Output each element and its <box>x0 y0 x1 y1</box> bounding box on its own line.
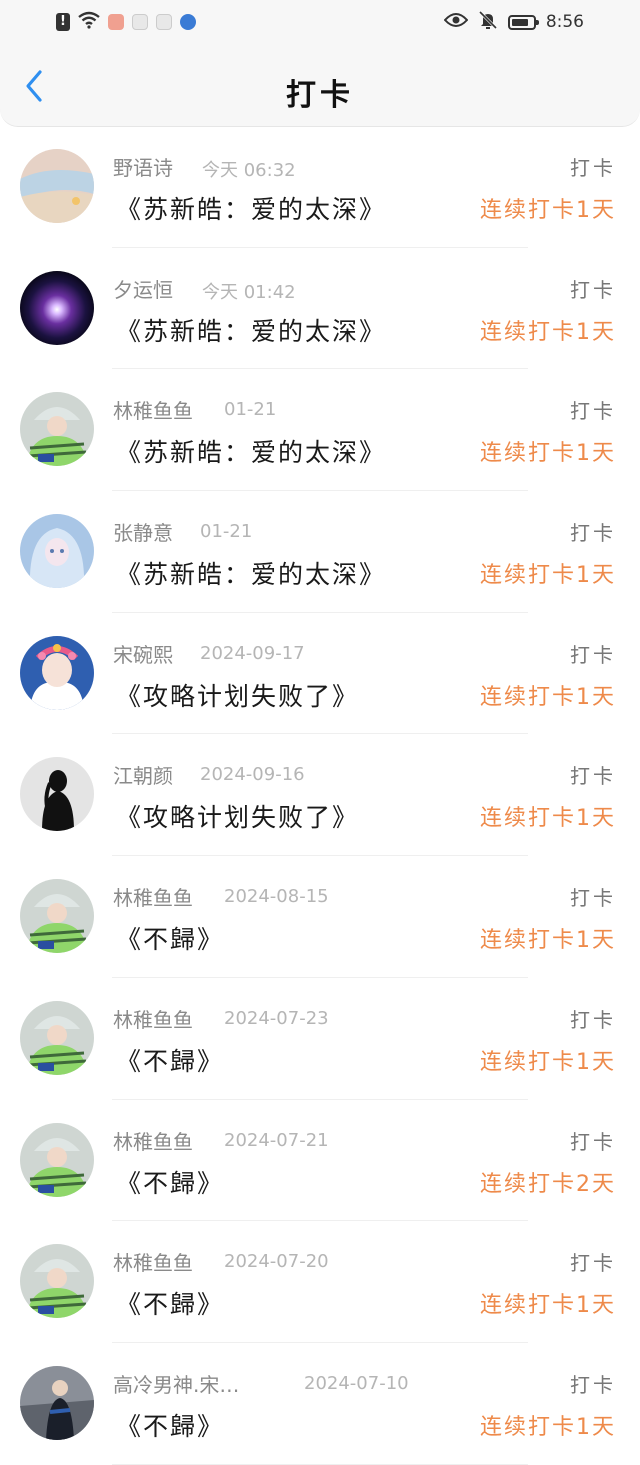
streak-text: 连续打卡1天 <box>480 806 616 832</box>
eye-icon <box>443 12 469 32</box>
book-title: 《不歸》 <box>116 1168 225 1198</box>
user-name: 林稚鱼鱼 <box>113 1129 193 1154</box>
avatar[interactable] <box>20 1244 94 1319</box>
app-icon <box>156 14 172 30</box>
list-item[interactable]: 林稚鱼鱼 2024-07-23 《不歸》 打卡 连续打卡1天 <box>0 978 640 1100</box>
user-name: 林稚鱼鱼 <box>113 886 193 911</box>
book-title: 《攻略计划失败了》 <box>116 803 360 833</box>
list-item[interactable]: 宋碗熙 2024-09-17 《攻略计划失败了》 打卡 连续打卡1天 <box>0 613 640 735</box>
user-name: 林稚鱼鱼 <box>113 1007 193 1032</box>
status-time: 8:56 <box>545 12 584 32</box>
streak-text: 连续打卡1天 <box>480 441 616 467</box>
avatar[interactable] <box>20 1365 94 1440</box>
page-title: 打卡 <box>286 78 354 113</box>
alert-icon <box>56 13 70 31</box>
streak-text: 连续打卡1天 <box>480 1293 616 1319</box>
checkin-label: 打卡 <box>570 399 616 424</box>
checkin-time: 2024-09-16 <box>200 764 305 786</box>
streak-text: 连续打卡1天 <box>480 1414 616 1440</box>
avatar[interactable] <box>20 514 94 589</box>
checkin-label: 打卡 <box>570 1007 616 1032</box>
checkin-time: 2024-08-15 <box>224 886 329 908</box>
checkin-label: 打卡 <box>570 521 616 546</box>
checkin-time: 今天 06:32 <box>202 160 296 181</box>
list-item[interactable]: 林稚鱼鱼 2024-07-20 《不歸》 打卡 连续打卡1天 <box>0 1221 640 1343</box>
avatar[interactable] <box>20 1000 94 1075</box>
list-item[interactable]: 夕运恒 今天 01:42 《苏新皓：爱的太深》 打卡 连续打卡1天 <box>0 248 640 370</box>
list-item[interactable]: 张静意 01-21 《苏新皓：爱的太深》 打卡 连续打卡1天 <box>0 491 640 613</box>
user-name: 林稚鱼鱼 <box>113 1251 193 1276</box>
avatar[interactable] <box>20 879 94 954</box>
checkin-time: 2024-07-10 <box>304 1372 409 1394</box>
avatar[interactable] <box>20 757 94 832</box>
bell-off-icon <box>478 10 498 34</box>
book-title: 《不歸》 <box>116 1046 225 1076</box>
checkin-time: 2024-09-17 <box>200 642 305 664</box>
status-left-icons <box>56 11 196 33</box>
streak-text: 连续打卡1天 <box>480 563 616 589</box>
checkin-label: 打卡 <box>570 1251 616 1276</box>
list-item[interactable]: 林稚鱼鱼 2024-07-21 《不歸》 打卡 连续打卡2天 <box>0 1100 640 1222</box>
avatar[interactable] <box>20 635 94 710</box>
book-title: 《苏新皓：爱的太深》 <box>116 560 387 590</box>
checkin-label: 打卡 <box>570 1372 616 1397</box>
app-icon <box>108 14 124 30</box>
user-name: 张静意 <box>113 521 173 546</box>
book-title: 《苏新皓：爱的太深》 <box>116 316 387 346</box>
user-name: 宋碗熙 <box>113 642 173 667</box>
user-name: 夕运恒 <box>113 277 173 302</box>
status-bar: 8:56 <box>0 0 640 44</box>
user-name: 高冷男神.宋… <box>113 1372 240 1397</box>
app-icon <box>132 14 148 30</box>
checkin-time: 01-21 <box>200 521 253 543</box>
checkin-label: 打卡 <box>570 642 616 667</box>
wifi-icon <box>78 11 100 33</box>
book-title: 《不歸》 <box>116 1290 225 1320</box>
list-item[interactable]: 江朝颜 2024-09-16 《攻略计划失败了》 打卡 连续打卡1天 <box>0 734 640 856</box>
book-title: 《攻略计划失败了》 <box>116 681 360 711</box>
user-name: 野语诗 <box>113 156 173 180</box>
streak-text: 连续打卡2天 <box>480 1171 616 1197</box>
checkin-time: 2024-07-23 <box>224 1007 329 1029</box>
streak-text: 连续打卡1天 <box>480 1049 616 1075</box>
checkin-time: 01-21 <box>224 399 277 421</box>
checkin-time: 2024-07-20 <box>224 1251 329 1273</box>
book-title: 《苏新皓：爱的太深》 <box>116 195 387 224</box>
avatar[interactable] <box>20 1122 94 1197</box>
header: 打卡 <box>0 44 640 127</box>
checkin-label: 打卡 <box>570 277 616 302</box>
avatar[interactable] <box>20 149 94 223</box>
book-title: 《苏新皓：爱的太深》 <box>116 438 387 468</box>
book-title: 《不歸》 <box>116 925 225 955</box>
avatar[interactable] <box>20 270 94 345</box>
user-name: 林稚鱼鱼 <box>113 399 193 424</box>
list-item[interactable]: 高冷男神.宋… 2024-07-10 《不歸》 打卡 连续打卡1天 <box>0 1343 640 1465</box>
checkin-label: 打卡 <box>570 886 616 911</box>
streak-text: 连续打卡1天 <box>480 198 616 223</box>
streak-text: 连续打卡1天 <box>480 928 616 954</box>
list-item[interactable]: 野语诗 今天 06:32 《苏新皓：爱的太深》 打卡 连续打卡1天 <box>0 126 640 248</box>
list-item[interactable]: 林稚鱼鱼 2024-08-15 《不歸》 打卡 连续打卡1天 <box>0 856 640 978</box>
checkin-label: 打卡 <box>570 156 616 180</box>
checkin-time: 2024-07-21 <box>224 1129 329 1151</box>
battery-icon <box>507 14 539 30</box>
book-title: 《不歸》 <box>116 1411 225 1441</box>
app-icon <box>180 14 196 30</box>
streak-text: 连续打卡1天 <box>480 684 616 710</box>
checkin-list: 野语诗 今天 06:32 《苏新皓：爱的太深》 打卡 连续打卡1天 夕运恒 今天… <box>0 126 640 1465</box>
status-right-icons: 8:56 <box>443 10 584 34</box>
streak-text: 连续打卡1天 <box>480 319 616 345</box>
avatar[interactable] <box>20 392 94 467</box>
checkin-time: 今天 01:42 <box>202 281 296 303</box>
list-item[interactable]: 林稚鱼鱼 01-21 《苏新皓：爱的太深》 打卡 连续打卡1天 <box>0 369 640 491</box>
user-name: 江朝颜 <box>113 764 173 789</box>
checkin-label: 打卡 <box>570 1129 616 1154</box>
checkin-label: 打卡 <box>570 764 616 789</box>
